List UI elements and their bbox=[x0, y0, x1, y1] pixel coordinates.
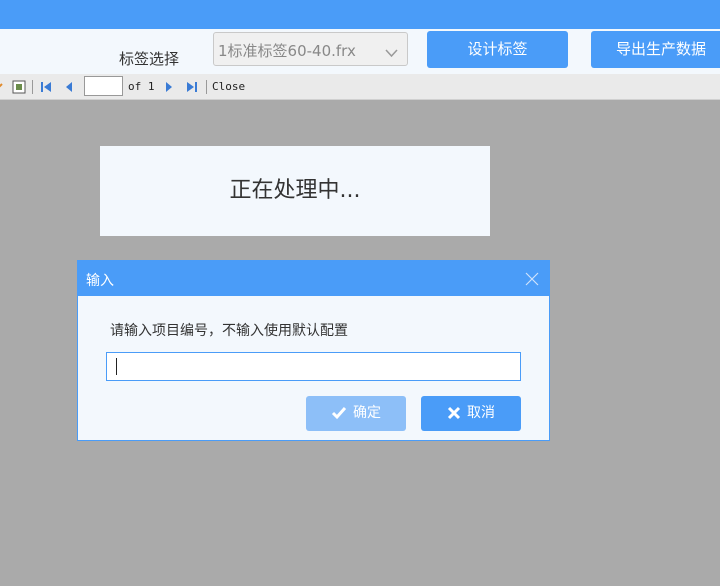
next-page-icon[interactable] bbox=[164, 79, 174, 98]
x-icon bbox=[447, 406, 461, 420]
project-number-input[interactable] bbox=[106, 352, 521, 381]
nav-separator bbox=[32, 80, 33, 94]
page-count-text: of 1 bbox=[128, 80, 155, 93]
processing-text: 正在处理中... bbox=[229, 178, 361, 203]
export-data-button[interactable]: 导出生产数据 bbox=[591, 31, 720, 68]
nav-separator bbox=[206, 80, 207, 94]
page-number-input[interactable] bbox=[84, 76, 123, 96]
label-template-value: 1标准标签60-40.frx bbox=[218, 42, 356, 60]
dialog-title: 输入 bbox=[86, 273, 114, 289]
design-label-button[interactable]: 设计标签 bbox=[427, 31, 568, 68]
confirm-button[interactable]: 确定 bbox=[306, 396, 406, 431]
label-select-label: 标签选择 bbox=[119, 50, 180, 68]
title-bar bbox=[0, 0, 720, 29]
close-report-link[interactable]: Close bbox=[212, 80, 245, 93]
first-page-icon[interactable] bbox=[40, 79, 52, 98]
input-dialog: 输入 请输入项目编号，不输入使用默认配置 确定 取消 bbox=[77, 260, 550, 441]
cancel-button[interactable]: 取消 bbox=[421, 396, 521, 431]
print-icon[interactable] bbox=[12, 79, 26, 98]
check-icon bbox=[331, 407, 347, 420]
confirm-button-label: 确定 bbox=[353, 405, 381, 421]
label-template-select[interactable]: 1标准标签60-40.frx bbox=[213, 32, 408, 66]
cancel-button-label: 取消 bbox=[467, 405, 495, 421]
processing-panel: 正在处理中... bbox=[100, 146, 490, 236]
close-icon[interactable] bbox=[525, 271, 539, 290]
text-caret bbox=[116, 358, 117, 375]
dialog-header: 输入 bbox=[78, 261, 549, 296]
dialog-prompt: 请输入项目编号，不输入使用默认配置 bbox=[110, 323, 348, 339]
last-page-icon[interactable] bbox=[186, 79, 198, 98]
prev-page-icon[interactable] bbox=[64, 79, 74, 98]
chevron-down-icon bbox=[385, 43, 398, 62]
edit-icon[interactable] bbox=[0, 79, 4, 98]
report-nav-bar: of 1 Close bbox=[0, 74, 720, 100]
